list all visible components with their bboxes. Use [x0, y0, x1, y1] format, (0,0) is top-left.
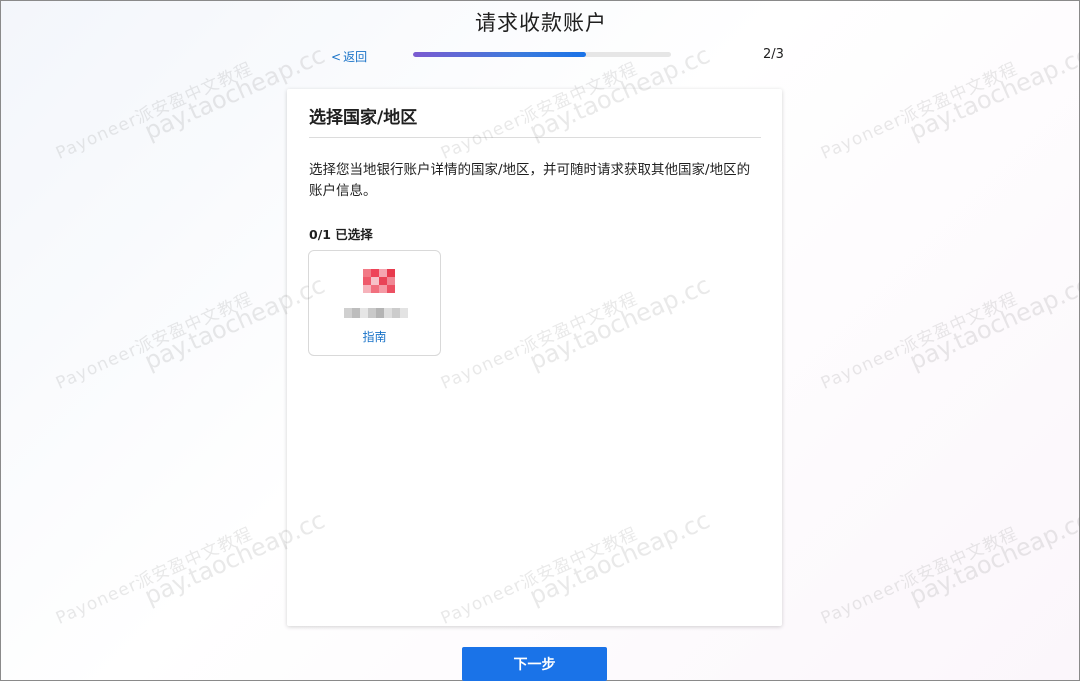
name-blur-pixel	[352, 308, 360, 318]
page-title: 请求收款账户	[475, 11, 607, 35]
name-blur-pixel	[376, 308, 384, 318]
country-flag-icon	[363, 269, 395, 293]
watermark-line1: Payoneer派安盈中文教程	[53, 523, 256, 629]
back-link[interactable]: < 返回	[331, 48, 367, 65]
flag-pixel	[387, 285, 395, 293]
country-selection-card: 选择国家/地区 选择您当地银行账户详情的国家/地区，并可随时请求获取其他国家/地…	[287, 89, 782, 626]
watermark-line1: Payoneer派安盈中文教程	[53, 288, 256, 394]
country-tile[interactable]: 指南	[308, 250, 441, 356]
card-description: 选择您当地银行账户详情的国家/地区，并可随时请求获取其他国家/地区的账户信息。	[309, 162, 751, 199]
watermark-line1: Payoneer派安盈中文教程	[818, 58, 1021, 164]
flag-pixel	[371, 269, 379, 277]
watermark-line2: pay.taocheap.cc	[905, 505, 1080, 611]
flag-pixel	[371, 285, 379, 293]
progress-bar-fill	[413, 52, 586, 57]
card-divider	[309, 137, 761, 138]
card-title: 选择国家/地区	[309, 108, 418, 128]
guide-link[interactable]: 指南	[309, 328, 440, 345]
country-name-obscured	[344, 308, 408, 318]
watermark: Payoneer派安盈中文教程pay.taocheap.cc	[816, 255, 1080, 412]
flag-pixel	[379, 285, 387, 293]
next-step-button[interactable]: 下一步	[462, 647, 607, 681]
watermark-line1: Payoneer派安盈中文教程	[53, 58, 256, 164]
name-blur-pixel	[392, 308, 400, 318]
name-blur-pixel	[400, 308, 408, 318]
flag-pixel	[387, 269, 395, 277]
progress-bar	[413, 52, 671, 57]
watermark-line1: Payoneer派安盈中文教程	[818, 288, 1021, 394]
flag-pixel	[363, 277, 371, 285]
back-link-label: 返回	[343, 50, 368, 64]
name-blur-pixel	[384, 308, 392, 318]
chevron-left-icon: <	[331, 49, 342, 64]
flag-pixel	[379, 277, 387, 285]
name-blur-pixel	[344, 308, 352, 318]
watermark: Payoneer派安盈中文教程pay.taocheap.cc	[816, 25, 1080, 182]
flag-pixel	[387, 277, 395, 285]
step-counter: 2/3	[763, 47, 784, 62]
name-blur-pixel	[360, 308, 368, 318]
flag-pixel	[363, 269, 371, 277]
watermark-line2: pay.taocheap.cc	[905, 270, 1080, 376]
watermark-line1: Payoneer派安盈中文教程	[818, 523, 1021, 629]
name-blur-pixel	[368, 308, 376, 318]
watermark: Payoneer派安盈中文教程pay.taocheap.cc	[816, 490, 1080, 647]
watermark-line2: pay.taocheap.cc	[905, 40, 1080, 146]
flag-pixel	[371, 277, 379, 285]
flag-pixel	[363, 285, 371, 293]
flag-pixel	[379, 269, 387, 277]
selected-count: 0/1 已选择	[309, 227, 373, 242]
